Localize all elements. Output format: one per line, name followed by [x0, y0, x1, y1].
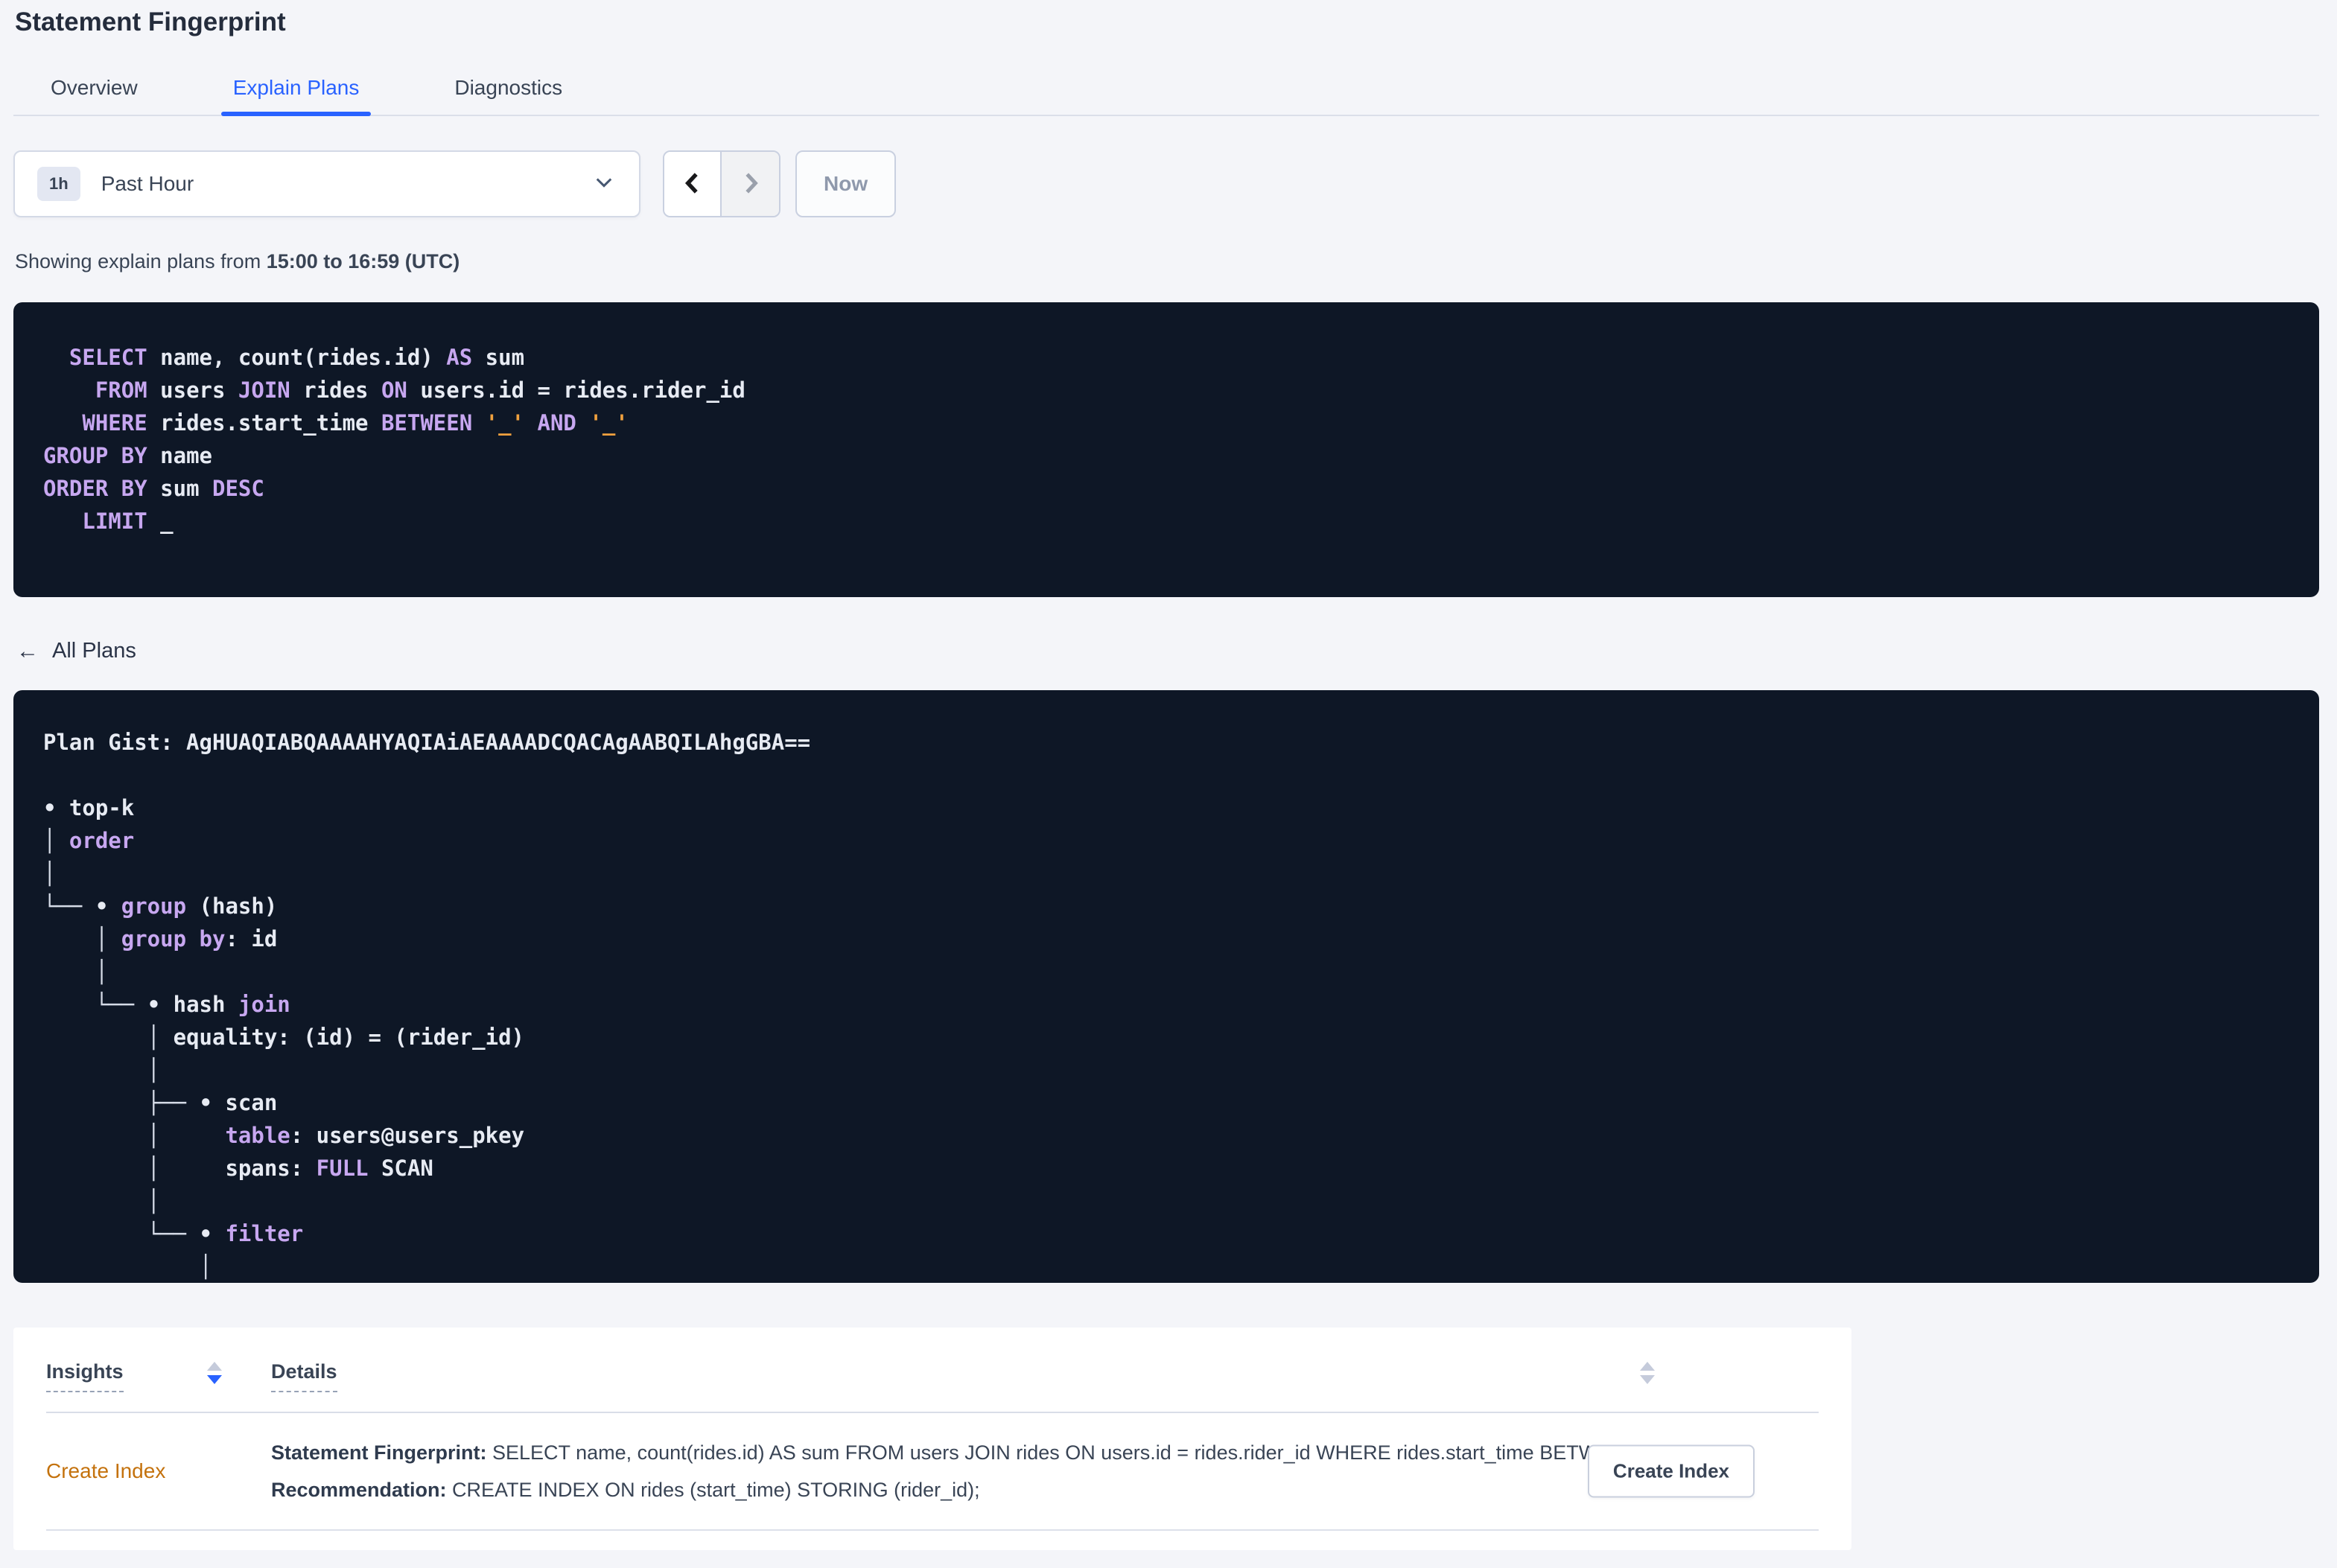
all-plans-label: All Plans	[52, 639, 136, 663]
code-line: GROUP BY name	[43, 443, 212, 468]
sort-icon-insights[interactable]	[207, 1362, 222, 1384]
code-line: ORDER BY sum DESC	[43, 476, 264, 501]
caption-range: 15:00 to 16:59 (UTC)	[266, 250, 460, 273]
insight-details-cell: Statement Fingerprint: SELECT name, coun…	[271, 1413, 1656, 1529]
code-line: │ order	[43, 828, 135, 853]
table-row: Create Index Statement Fingerprint: SELE…	[46, 1413, 1819, 1531]
recommendation-label: Recommendation:	[271, 1479, 447, 1501]
code-line: │	[43, 1254, 212, 1279]
next-time-button[interactable]	[722, 152, 779, 216]
code-line: • top-k	[43, 795, 135, 820]
insight-type-label: Create Index	[46, 1459, 166, 1482]
code-line: └── • filter	[43, 1221, 304, 1246]
code-line: SELECT name, count(rides.id) AS sum	[43, 345, 525, 370]
code-line: │ group by: id	[43, 926, 278, 952]
recommendation-line: Recommendation: CREATE INDEX ON rides (s…	[271, 1477, 1656, 1502]
code-line: │ table: users@users_pkey	[43, 1123, 525, 1148]
statement-fingerprint-label: Statement Fingerprint:	[271, 1441, 487, 1464]
code-line: ├── • scan	[43, 1090, 278, 1115]
details-header-label[interactable]: Details	[271, 1360, 337, 1392]
tab-overview-label: Overview	[51, 76, 138, 99]
time-range-label: Past Hour	[101, 172, 194, 195]
active-tab-underline	[220, 112, 372, 116]
code-line: WHERE rides.start_time BETWEEN '_' AND '…	[43, 410, 629, 436]
code-line: └── • group (hash)	[43, 893, 278, 919]
insights-table-header: Insights Details	[46, 1328, 1819, 1392]
insights-table: Insights Details Create Index Statement …	[13, 1328, 1851, 1550]
chevron-left-icon	[678, 169, 707, 200]
tab-explain-plans-label: Explain Plans	[232, 76, 360, 99]
tab-diagnostics[interactable]: Diagnostics	[442, 64, 574, 115]
caption-prefix: Showing explain plans from	[15, 250, 267, 273]
insight-type-cell: Create Index	[46, 1413, 222, 1529]
statement-fingerprint-page: Statement Fingerprint Overview Explain P…	[0, 0, 2337, 1568]
column-header-insights: Insights	[46, 1360, 222, 1392]
recommendation-text: CREATE INDEX ON rides (start_time) STORI…	[446, 1479, 980, 1501]
statement-fingerprint-text: SELECT name, count(rides.id) AS sum FROM…	[486, 1441, 1656, 1464]
tab-diagnostics-label: Diagnostics	[454, 76, 563, 99]
time-pager	[663, 150, 780, 217]
time-range-dropdown[interactable]: 1h Past Hour	[13, 150, 640, 217]
chevron-right-icon	[737, 169, 765, 200]
sort-icon-details[interactable]	[1640, 1362, 1655, 1384]
code-line: │	[43, 1057, 161, 1083]
tab-explain-plans[interactable]: Explain Plans	[220, 64, 372, 116]
code-line: FROM users JOIN rides ON users.id = ride…	[43, 377, 745, 403]
create-index-button[interactable]: Create Index	[1587, 1444, 1755, 1498]
code-line: │	[43, 959, 109, 984]
insights-header-label[interactable]: Insights	[46, 1360, 124, 1392]
column-header-details: Details	[271, 1360, 1655, 1392]
prev-time-button[interactable]	[664, 152, 722, 216]
chevron-down-icon	[593, 171, 615, 197]
tab-overview[interactable]: Overview	[39, 64, 150, 115]
code-line: Plan Gist: AgHUAQIABQAAAAHYAQIAiAEAAAADC…	[43, 730, 811, 755]
page-title: Statement Fingerprint	[15, 7, 286, 36]
code-line: │	[43, 861, 57, 886]
code-line: │ equality: (id) = (rider_id)	[43, 1024, 525, 1050]
all-plans-link[interactable]: ← All Plans	[16, 639, 136, 663]
code-line: │ spans: FULL SCAN	[43, 1156, 433, 1181]
time-range-caption: Showing explain plans from 15:00 to 16:5…	[15, 250, 2337, 273]
time-range-badge: 1h	[37, 167, 80, 201]
code-line: │	[43, 1188, 161, 1214]
tab-bar: Overview Explain Plans Diagnostics	[13, 64, 2319, 116]
code-line: LIMIT _	[43, 509, 174, 534]
plan-gist-block: Plan Gist: AgHUAQIABQAAAAHYAQIAiAEAAAADC…	[13, 690, 2319, 1283]
code-line: └── • hash join	[43, 992, 290, 1017]
now-button[interactable]: Now	[795, 150, 897, 217]
time-controls: 1h Past Hour Now	[13, 150, 2337, 217]
arrow-left-icon: ←	[16, 638, 39, 663]
sql-statement-block: SELECT name, count(rides.id) AS sum FROM…	[13, 302, 2319, 597]
statement-fingerprint-line: Statement Fingerprint: SELECT name, coun…	[271, 1440, 1656, 1465]
